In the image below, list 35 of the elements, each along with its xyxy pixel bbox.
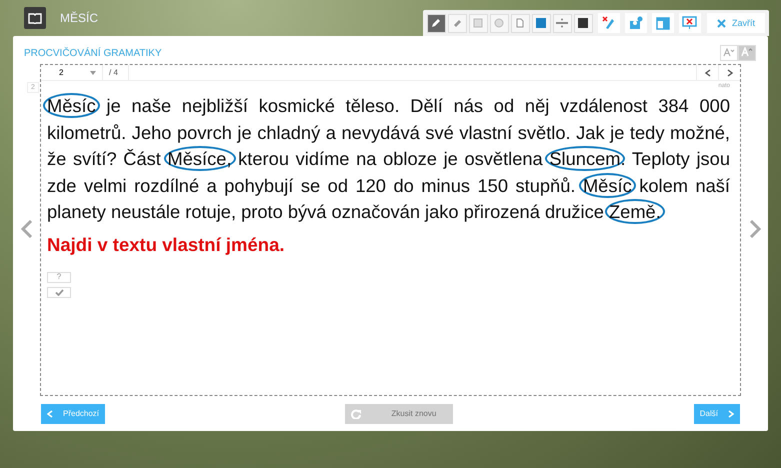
- task-instruction: Najdi v textu vlastní jména.: [47, 234, 286, 256]
- chevron-left-icon: [47, 410, 53, 418]
- page-total: / 4: [103, 65, 129, 80]
- previous-button[interactable]: Předchozí: [41, 404, 106, 424]
- drawing-tool[interactable]: [448, 14, 467, 32]
- close-button[interactable]: Zavřít: [706, 13, 765, 33]
- drawing-tool[interactable]: [510, 14, 530, 32]
- chevron-right-icon: [728, 410, 734, 418]
- pencil-icon: [431, 18, 442, 28]
- book-icon[interactable]: [24, 7, 46, 29]
- font-increase-icon: [741, 47, 753, 57]
- chevron-right-icon: [726, 68, 732, 76]
- color-swatch[interactable]: [574, 14, 593, 32]
- user-icon[interactable]: [624, 13, 647, 33]
- square-icon: [473, 18, 484, 28]
- caret-icon: [90, 70, 96, 74]
- page-icon: [515, 18, 526, 28]
- screen-close-icon[interactable]: [678, 13, 701, 33]
- close-icon: [716, 18, 726, 28]
- color-swatch[interactable]: [532, 14, 551, 32]
- eraser-icon: [452, 18, 462, 28]
- hint-button[interactable]: ?: [47, 272, 71, 282]
- refresh-icon: [351, 408, 362, 418]
- lesson-title: MĚSÍC: [60, 11, 98, 25]
- line-width-icon: [556, 18, 568, 28]
- circle-icon: [494, 18, 504, 28]
- layout-icon[interactable]: [652, 13, 674, 33]
- font-decrease-icon: [723, 48, 735, 56]
- checkmark-icon: [54, 288, 64, 296]
- check-button[interactable]: [47, 286, 71, 298]
- next-button[interactable]: Další: [694, 404, 740, 424]
- drawing-tool[interactable]: [426, 14, 446, 32]
- clear-drawing-icon[interactable]: [598, 13, 620, 33]
- section-title: PROCVIČOVÁNÍ GRAMATIKY: [24, 48, 162, 58]
- chevron-left-icon: [704, 68, 710, 76]
